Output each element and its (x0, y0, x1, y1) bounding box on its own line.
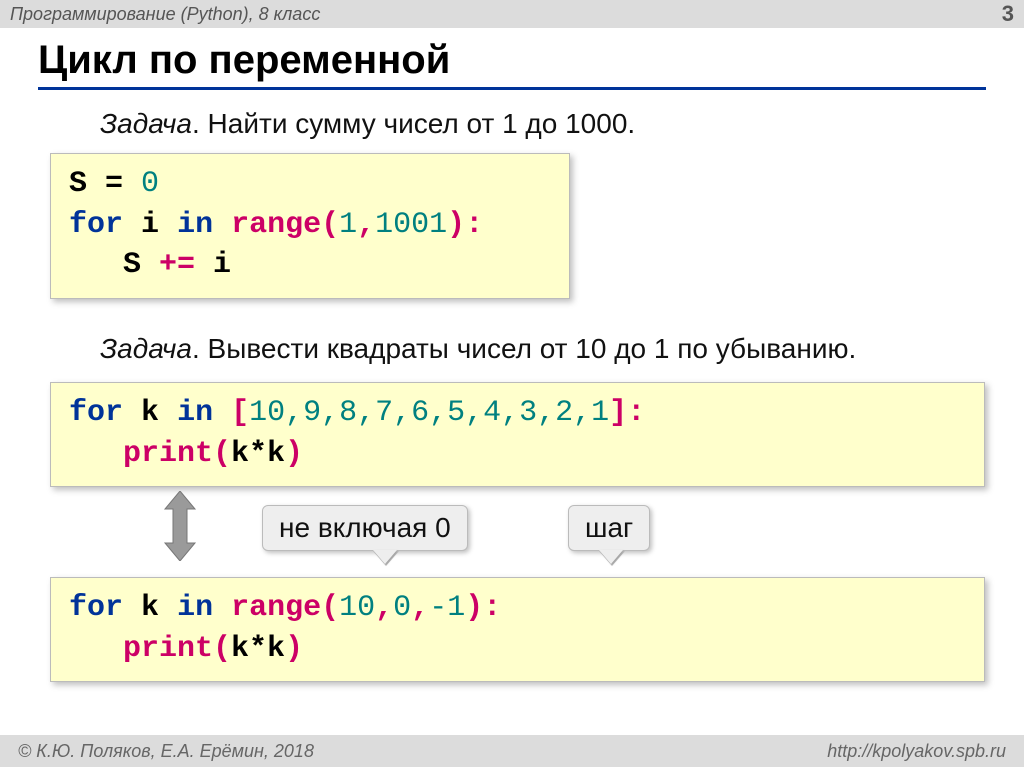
course-label: Программирование (Python), 8 класс (10, 4, 320, 25)
code (159, 396, 177, 430)
code (123, 591, 141, 625)
code: , (411, 591, 429, 625)
slide: Программирование (Python), 8 класс 3 Цик… (0, 0, 1024, 767)
code: i (141, 208, 159, 242)
code: range (231, 208, 321, 242)
code: for (69, 208, 123, 242)
code: , (375, 591, 393, 625)
code: ( (213, 632, 231, 666)
task-2: Задача. Вывести квадраты чисел от 10 до … (100, 333, 856, 365)
code: for (69, 591, 123, 625)
footer-url: http://kpolyakov.spb.ru (827, 741, 1006, 762)
code: += (141, 248, 213, 282)
footer-copyright: © К.Ю. Поляков, Е.А. Ерёмин, 2018 (18, 741, 314, 762)
code-block-range: for k in range(10,0,-1): print(k*k) (50, 577, 985, 682)
code: ) (465, 591, 483, 625)
code: print (123, 632, 213, 666)
code: = (87, 167, 141, 201)
double-arrow-icon (160, 490, 200, 562)
callout-step: шаг (568, 505, 650, 551)
code: in (177, 208, 213, 242)
task-1-label: Задача (100, 108, 192, 139)
page-number: 3 (1002, 1, 1014, 27)
code: ) (285, 632, 303, 666)
title-underline (38, 87, 986, 90)
code: range (231, 591, 321, 625)
code: S (123, 248, 141, 282)
code (213, 208, 231, 242)
code (69, 437, 123, 471)
code (159, 591, 177, 625)
code: in (177, 591, 213, 625)
code: ) (285, 437, 303, 471)
callout-exclude-zero: не включая 0 (262, 505, 468, 551)
code: k*k (231, 437, 285, 471)
code: ] (609, 396, 627, 430)
code: , (357, 208, 375, 242)
code: 10,9,8,7,6,5,4,3,2,1 (249, 396, 609, 430)
code: k (141, 396, 159, 430)
code: k (141, 591, 159, 625)
code: for (69, 396, 123, 430)
code (213, 591, 231, 625)
code: : (627, 396, 645, 430)
task-2-label: Задача (100, 333, 192, 364)
code (123, 208, 141, 242)
task-2-text: . Вывести квадраты чисел от 10 до 1 по у… (192, 333, 856, 364)
code (213, 396, 231, 430)
code (69, 248, 123, 282)
code: i (213, 248, 231, 282)
code (123, 396, 141, 430)
code: 10 (339, 591, 375, 625)
code: ( (321, 591, 339, 625)
code: : (483, 591, 501, 625)
code: in (177, 396, 213, 430)
code: print (123, 437, 213, 471)
code (159, 208, 177, 242)
code: ) (447, 208, 465, 242)
code: ( (213, 437, 231, 471)
code (69, 632, 123, 666)
code: 0 (141, 167, 159, 201)
code: 1 (339, 208, 357, 242)
code: 0 (393, 591, 411, 625)
callout-text: не включая 0 (279, 512, 451, 543)
header-bar: Программирование (Python), 8 класс 3 (0, 0, 1024, 28)
code: -1 (429, 591, 465, 625)
footer-bar: © К.Ю. Поляков, Е.А. Ерёмин, 2018 http:/… (0, 735, 1024, 767)
code: k*k (231, 632, 285, 666)
task-1-text: . Найти сумму чисел от 1 до 1000. (192, 108, 635, 139)
code: : (465, 208, 483, 242)
code: ( (321, 208, 339, 242)
callout-text: шаг (585, 512, 633, 543)
code-block-sum: S = 0 for i in range(1,1001): S += i (50, 153, 570, 299)
page-title: Цикл по переменной (38, 38, 1024, 83)
code-block-list: for k in [10,9,8,7,6,5,4,3,2,1]: print(k… (50, 382, 985, 487)
task-1: Задача. Найти сумму чисел от 1 до 1000. (100, 108, 635, 140)
code: S (69, 167, 87, 201)
code: [ (231, 396, 249, 430)
code: 1001 (375, 208, 447, 242)
